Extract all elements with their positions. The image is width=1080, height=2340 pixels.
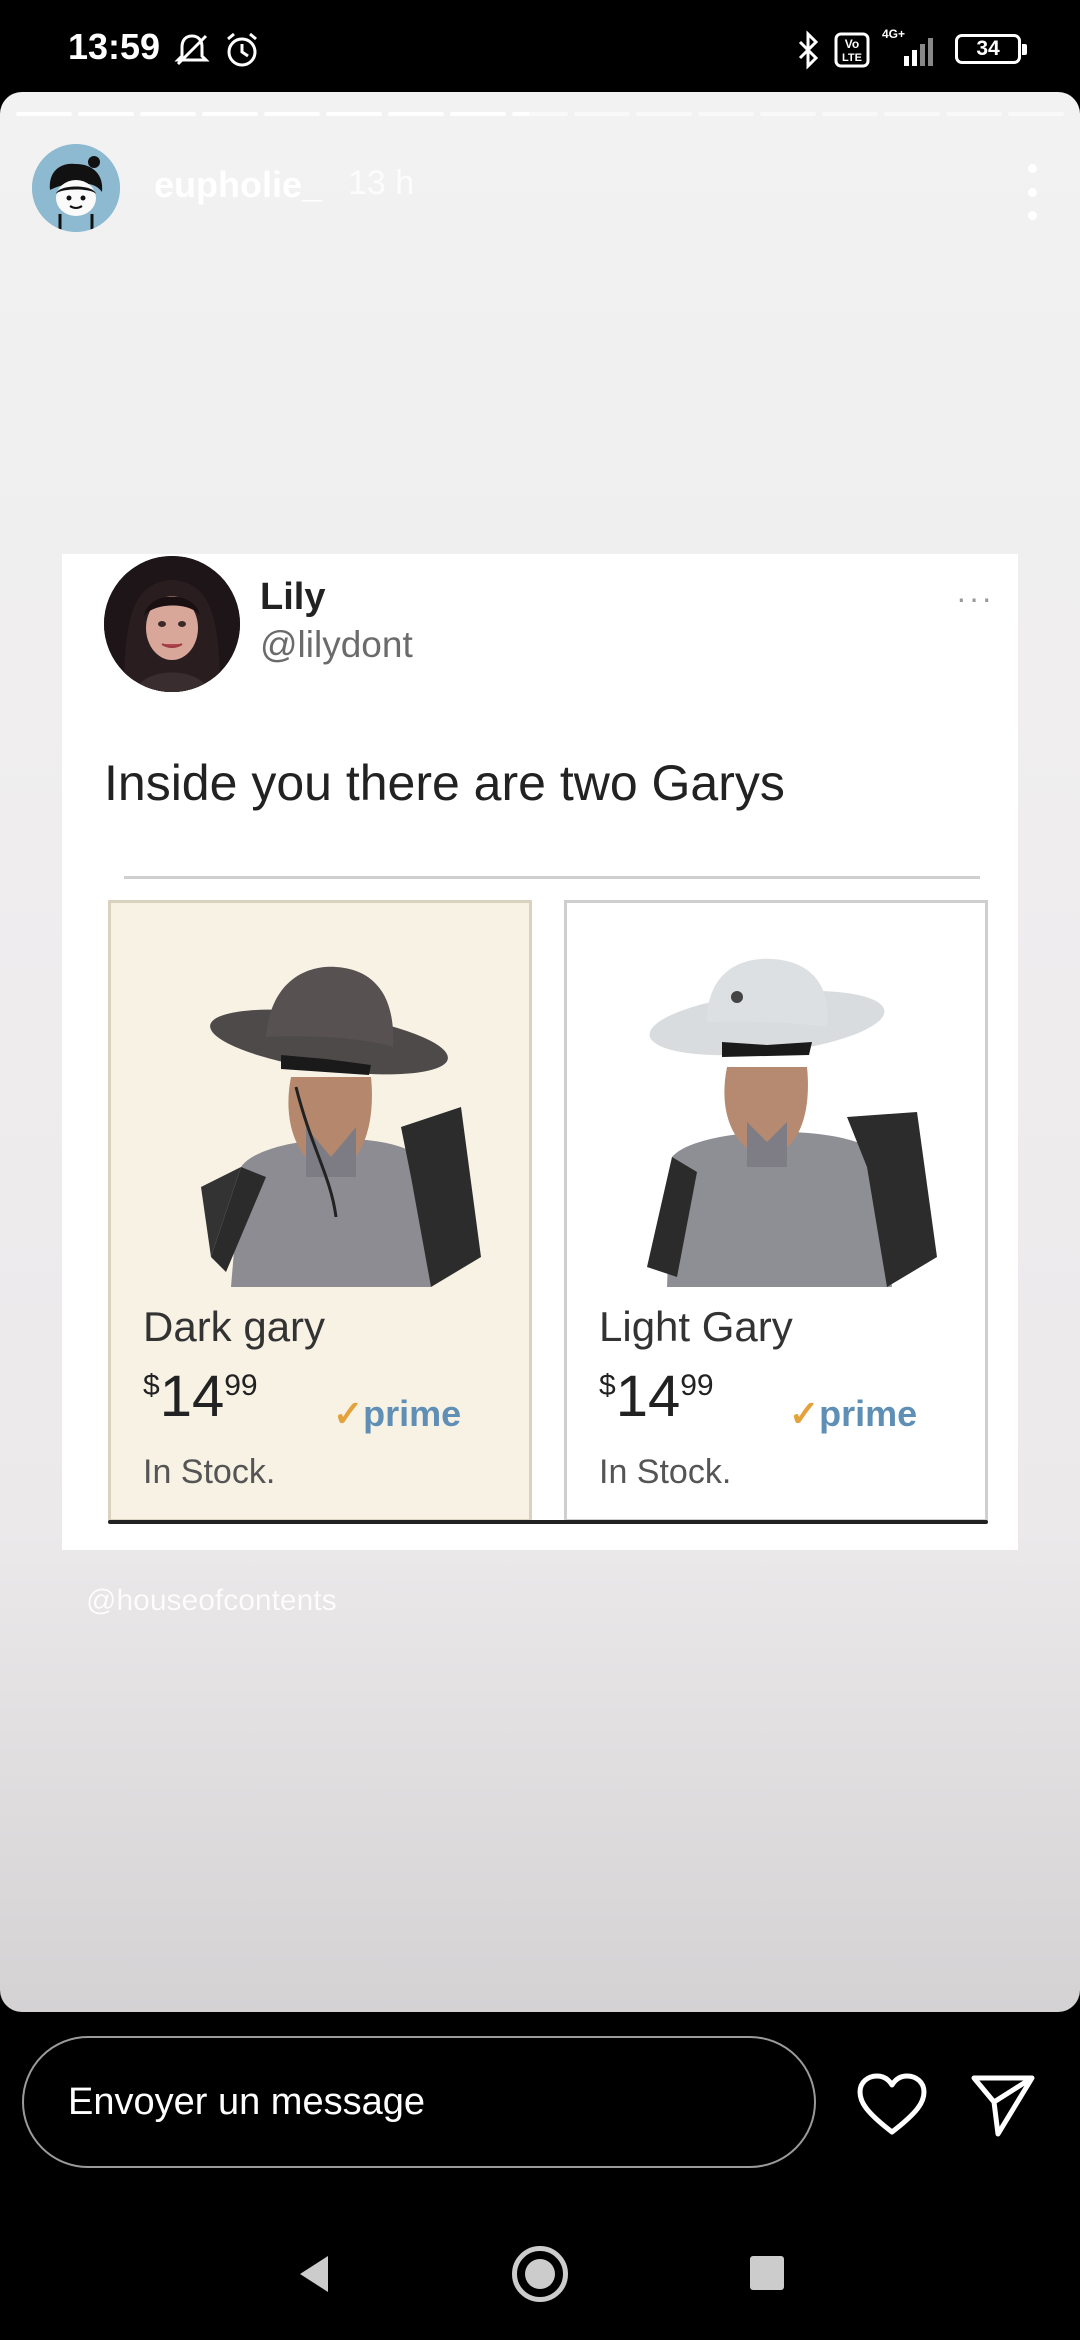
progress-segment [78,112,134,116]
progress-segment [16,112,72,116]
divider [124,876,980,879]
price-dollars: 14 [615,1364,681,1429]
product-card-light-gary: Light Gary $1499 ✓prime In Stock. [564,900,988,1522]
battery-indicator: 34 [955,34,1027,64]
system-nav-bar [0,2212,1080,2340]
watermark: @houseofcontents [86,1584,337,1617]
progress-segment [822,112,878,116]
product-price: $1499 ✓prime [143,1363,513,1435]
product-name: Dark gary [143,1303,326,1350]
progress-segment [388,112,444,116]
price-currency: $ [599,1369,616,1402]
status-time: 13:59 [68,26,161,67]
progress-segment [326,112,382,116]
product-name: Light Gary [599,1303,793,1350]
price-currency: $ [143,1369,160,1402]
alarm-icon [222,30,262,75]
progress-segment [512,112,568,116]
recent-apps-icon[interactable] [750,2256,784,2290]
battery-level: 34 [976,37,1000,60]
product-card-dark-gary: Dark gary $1499 ✓prime In Stock. [108,900,532,1522]
stock-status: In Stock. [599,1453,732,1491]
svg-text:Vo: Vo [845,37,859,51]
price-dollars: 14 [159,1364,225,1429]
status-bar: 13:59 Vo LTE 4G+ 34 [0,0,1080,96]
tweet-more-icon: ··· [956,580,994,616]
progress-segment [760,112,816,116]
prime-badge: ✓prime [789,1393,917,1435]
signal-4g-icon: 4G+ [880,26,942,75]
prime-check-icon: ✓ [333,1393,364,1434]
tweet-avatar [104,556,240,692]
back-icon[interactable] [296,2254,332,2299]
progress-segment [264,112,320,116]
card-bottom-border [108,1520,988,1524]
tweet-card: Lily @lilydont ··· Inside you there are … [62,554,1018,1550]
price-cents: 99 [680,1369,714,1402]
story-time-ago: 13 h [348,164,415,202]
progress-segment [698,112,754,116]
story-avatar[interactable] [32,144,120,232]
progress-segment [140,112,196,116]
progress-segment [636,112,692,116]
bluetooth-icon [796,30,822,75]
more-options-icon[interactable] [1012,164,1052,220]
prime-label: prime [819,1393,918,1434]
mute-notification-icon [172,30,212,75]
volte-icon: Vo LTE [834,32,870,73]
heart-icon[interactable] [856,2072,928,2136]
prime-label: prime [363,1393,462,1434]
send-icon[interactable] [968,2070,1038,2138]
tweet-author-handle: @lilydont [260,624,413,665]
tweet-author-name: Lily [260,576,326,618]
price-cents: 99 [224,1369,258,1402]
prime-check-icon: ✓ [789,1393,820,1434]
home-icon[interactable] [512,2246,568,2302]
progress-segment [574,112,630,116]
progress-segment [946,112,1002,116]
light-gary-photo [587,927,967,1287]
story-viewer[interactable]: eupholie_ 13 h Lily @lilydont ··· Inside… [0,92,1080,2012]
svg-text:LTE: LTE [842,52,862,64]
story-username[interactable]: eupholie_ [154,164,322,206]
product-price: $1499 ✓prime [599,1363,969,1435]
tweet-text: Inside you there are two Garys [104,755,785,811]
dark-gary-photo [131,927,511,1287]
stock-status: In Stock. [143,1453,276,1491]
message-input[interactable]: Envoyer un message [22,2036,816,2168]
reply-bar: Envoyer un message [0,2012,1080,2212]
progress-segment [450,112,506,116]
progress-segment [202,112,258,116]
story-header: eupholie_ 13 h [32,144,1052,234]
prime-badge: ✓prime [333,1393,461,1435]
story-progress-bar [16,112,1064,117]
svg-text:4G+: 4G+ [882,27,905,41]
progress-segment [884,112,940,116]
progress-segment [1008,112,1064,116]
